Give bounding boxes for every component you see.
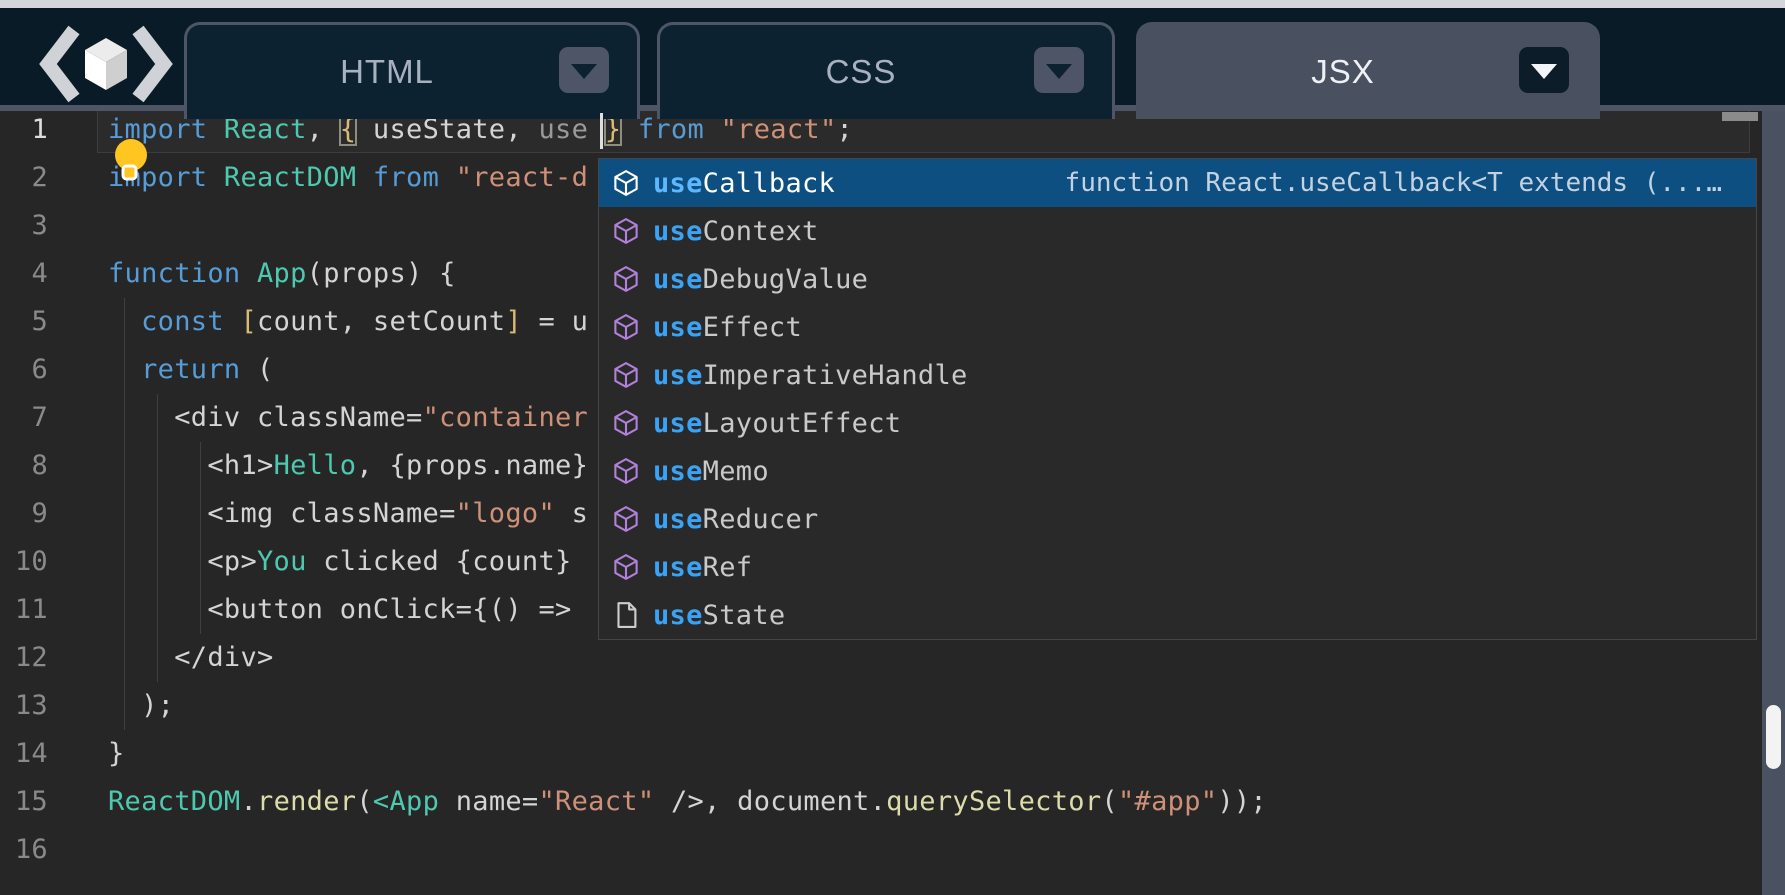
suggestion-item-useImperativeHandle[interactable]: useImperativeHandle <box>599 351 1756 399</box>
code-line-15[interactable]: 15 ReactDOM.render(<App name="React" />, … <box>0 778 1762 826</box>
code-text: const [count, setCount] = u <box>108 298 588 346</box>
tab-jsx-label: JSX <box>1311 53 1375 91</box>
tab-css[interactable]: CSS <box>657 22 1115 119</box>
code-line-16[interactable]: 16 <box>0 826 1762 874</box>
chevron-down-icon <box>1531 64 1557 79</box>
editor-scrollbar-thumb[interactable] <box>1722 112 1758 121</box>
tab-html-label: HTML <box>340 53 434 91</box>
code-line-13[interactable]: 13 ); <box>0 682 1762 730</box>
chevron-down-icon <box>571 64 597 79</box>
code-text: ReactDOM.render(<App name="React" />, do… <box>108 778 1267 826</box>
cube-icon <box>611 216 641 246</box>
line-number: 2 <box>0 154 48 202</box>
lightbulb-icon[interactable] <box>112 138 152 182</box>
code-text: <button onClick={() => <box>108 586 588 634</box>
line-number: 16 <box>0 826 48 874</box>
tab-html[interactable]: HTML <box>184 22 640 119</box>
suggestion-item-useContext[interactable]: useContext <box>599 207 1756 255</box>
line-number: 4 <box>0 250 48 298</box>
line-number: 9 <box>0 490 48 538</box>
cube-icon <box>611 312 641 342</box>
cube-icon <box>611 552 641 582</box>
line-number: 5 <box>0 298 48 346</box>
tab-css-dropdown-button[interactable] <box>1034 47 1084 93</box>
code-line-14[interactable]: 14} <box>0 730 1762 778</box>
suggestion-label: useReducer <box>653 504 819 535</box>
code-text: return ( <box>108 346 274 394</box>
suggestion-label: useCallback <box>653 168 835 199</box>
window-top-strip <box>0 0 1785 8</box>
suggestion-detail: function React.useCallback<T extends (..… <box>1065 159 1722 207</box>
suggestion-item-useRef[interactable]: useRef <box>599 543 1756 591</box>
line-number: 1 <box>0 106 48 154</box>
suggestion-label: useEffect <box>653 312 802 343</box>
cube-icon <box>611 168 641 198</box>
code-text: <img className="logo" s <box>108 490 588 538</box>
line-number: 6 <box>0 346 48 394</box>
suggestion-item-useCallback[interactable]: useCallback function React.useCallback<T … <box>599 159 1756 207</box>
line-number: 15 <box>0 778 48 826</box>
code-text: } <box>108 730 125 778</box>
tab-jsx[interactable]: JSX <box>1136 22 1600 119</box>
suggestion-item-useState[interactable]: useState <box>599 591 1756 639</box>
suggestion-label: useMemo <box>653 456 769 487</box>
line-number: 14 <box>0 730 48 778</box>
line-number: 11 <box>0 586 48 634</box>
suggestion-item-useEffect[interactable]: useEffect <box>599 303 1756 351</box>
page-scrollbar-track[interactable] <box>1762 111 1785 895</box>
line-number: 13 <box>0 682 48 730</box>
code-text: ); <box>108 682 174 730</box>
suggestion-label: useDebugValue <box>653 264 868 295</box>
text-cursor <box>600 113 603 149</box>
cube-icon <box>611 264 641 294</box>
line-number: 7 <box>0 394 48 442</box>
suggestion-label: useImperativeHandle <box>653 360 968 391</box>
line-number: 3 <box>0 202 48 250</box>
suggestion-label: useLayoutEffect <box>653 408 901 439</box>
cube-icon <box>611 360 641 390</box>
page-scrollbar-thumb[interactable] <box>1766 705 1781 769</box>
tab-css-label: CSS <box>826 53 897 91</box>
suggestion-label: useRef <box>653 552 752 583</box>
line-number: 12 <box>0 634 48 682</box>
suggestion-item-useMemo[interactable]: useMemo <box>599 447 1756 495</box>
chevron-down-icon <box>1046 64 1072 79</box>
tab-html-dropdown-button[interactable] <box>559 47 609 93</box>
cube-icon <box>611 408 641 438</box>
line-number: 10 <box>0 538 48 586</box>
code-text: <div className="container <box>108 394 588 442</box>
code-text: </div> <box>108 634 274 682</box>
tab-jsx-dropdown-button[interactable] <box>1519 47 1569 93</box>
file-icon <box>611 600 641 630</box>
tab-bar: HTML CSS JSX <box>0 8 1785 105</box>
code-text: function App(props) { <box>108 250 456 298</box>
code-text: <p>You clicked {count} <box>108 538 588 586</box>
suggestion-item-useDebugValue[interactable]: useDebugValue <box>599 255 1756 303</box>
code-text: import ReactDOM from "react-d <box>108 154 588 202</box>
suggestion-label: useContext <box>653 216 819 247</box>
code-line-12[interactable]: 12 </div> <box>0 634 1762 682</box>
suggestion-item-useReducer[interactable]: useReducer <box>599 495 1756 543</box>
code-cube-logo <box>36 24 176 104</box>
code-text: <h1>Hello, {props.name} <box>108 442 588 490</box>
cube-icon <box>611 456 641 486</box>
line-number: 8 <box>0 442 48 490</box>
autocomplete-popup: useCallback function React.useCallback<T … <box>598 158 1757 640</box>
suggestion-label: useState <box>653 600 785 631</box>
suggestion-item-useLayoutEffect[interactable]: useLayoutEffect <box>599 399 1756 447</box>
cube-icon <box>611 504 641 534</box>
